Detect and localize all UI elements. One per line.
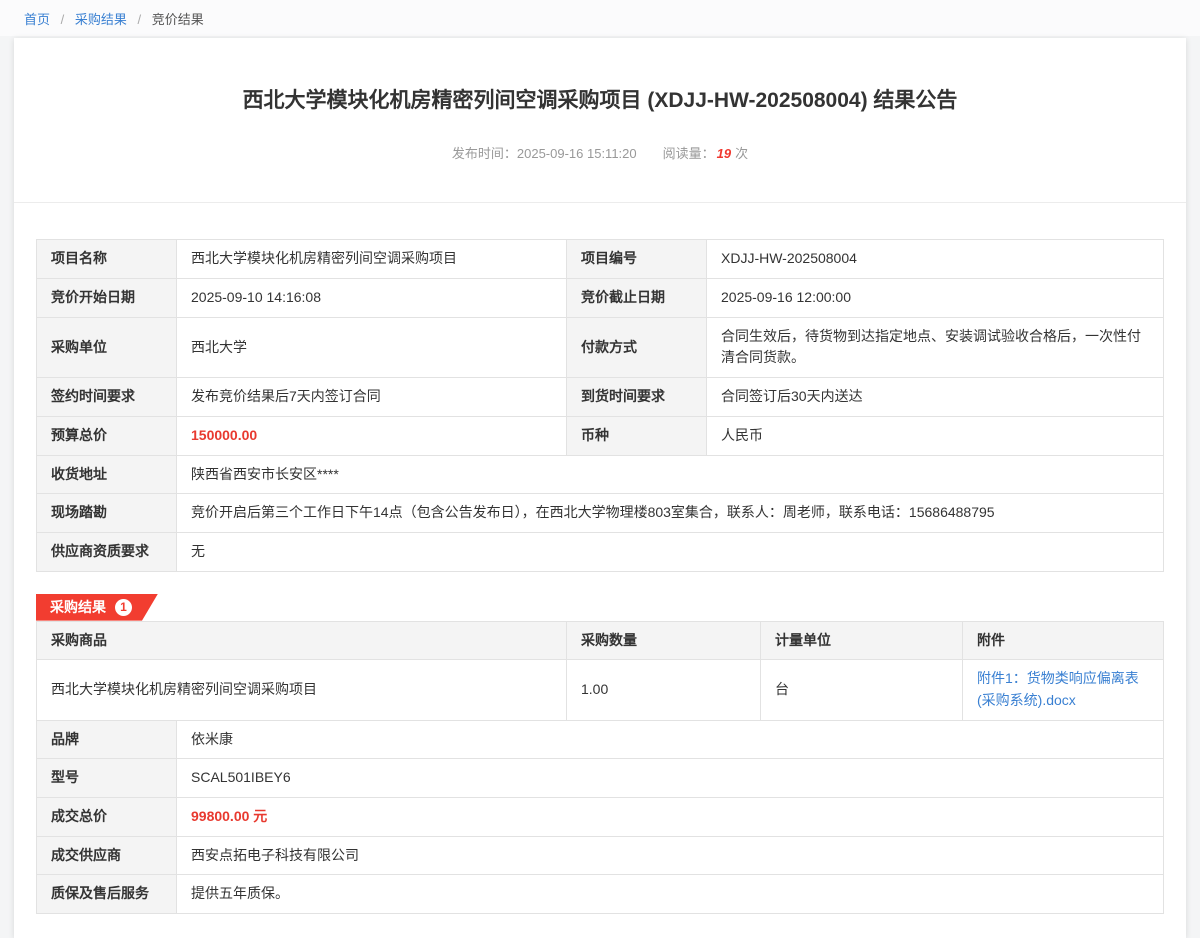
- detail-value-cell: 依米康: [177, 720, 1164, 759]
- table-row: 西北大学模块化机房精密列间空调采购项目 1.00 台 附件1：货物类响应偏离表(…: [37, 660, 1164, 720]
- column-header-product: 采购商品: [37, 621, 567, 660]
- detail-value: SCAL501IBEY6: [191, 769, 291, 785]
- deal-total-price: 99800.00: [191, 808, 249, 824]
- deal-total-price-cell: 99800.00 元: [177, 798, 1164, 837]
- detail-label-cell: 质保及售后服务: [37, 875, 177, 914]
- table-row: 质保及售后服务 提供五年质保。: [37, 875, 1164, 914]
- views-count: 19: [717, 146, 731, 161]
- table-row: 签约时间要求 发布竞价结果后7天内签订合同 到货时间要求 合同签订后30天内送达: [37, 378, 1164, 417]
- detail-value: 西安点拓电子科技有限公司: [191, 847, 359, 863]
- breadcrumb-separator: /: [61, 12, 65, 27]
- publish-meta: 发布时间：2025-09-16 15:11:20 阅读量：19 次: [14, 143, 1186, 162]
- info-label-cell: 付款方式: [567, 317, 707, 377]
- breadcrumb-procurement-results-link[interactable]: 采购结果: [75, 12, 127, 27]
- info-label-cell: 项目名称: [37, 240, 177, 279]
- info-label-cell: 签约时间要求: [37, 378, 177, 417]
- detail-value: 提供五年质保。: [191, 885, 289, 901]
- info-label-cell: 采购单位: [37, 317, 177, 377]
- announcement-card: 西北大学模块化机房精密列间空调采购项目 (XDJJ-HW-202508004) …: [14, 38, 1186, 938]
- column-header-quantity: 采购数量: [567, 621, 761, 660]
- project-info-table: 项目名称 西北大学模块化机房精密列间空调采购项目 项目编号 XDJJ-HW-20…: [36, 239, 1164, 571]
- info-value-cell: 陕西省西安市长安区****: [177, 455, 1164, 494]
- badge-label: 采购结果: [50, 597, 106, 617]
- info-value-cell: 人民币: [707, 416, 1164, 455]
- product-quantity-cell: 1.00: [567, 660, 761, 720]
- attachment-link[interactable]: 附件1：货物类响应偏离表(采购系统).docx: [977, 670, 1139, 708]
- budget-total-value: 150000.00: [177, 416, 567, 455]
- product-unit-cell: 台: [761, 660, 963, 720]
- table-row: 采购单位 西北大学 付款方式 合同生效后，待货物到达指定地点、安装调试验收合格后…: [37, 317, 1164, 377]
- table-row: 品牌 依米康: [37, 720, 1164, 759]
- table-row: 收货地址 陕西省西安市长安区****: [37, 455, 1164, 494]
- table-row: 现场踏勘 竞价开启后第三个工作日下午14点（包含公告发布日），在西北大学物理楼8…: [37, 494, 1164, 533]
- breadcrumb-home-link[interactable]: 首页: [24, 12, 50, 27]
- detail-value-cell: SCAL501IBEY6: [177, 759, 1164, 798]
- info-value-cell: 西北大学模块化机房精密列间空调采购项目: [177, 240, 567, 279]
- detail-value-cell: 西安点拓电子科技有限公司: [177, 836, 1164, 875]
- info-label-cell: 到货时间要求: [567, 378, 707, 417]
- info-label-cell: 竞价截止日期: [567, 279, 707, 318]
- table-row: 预算总价 150000.00 币种 人民币: [37, 416, 1164, 455]
- info-label-cell: 预算总价: [37, 416, 177, 455]
- table-row: 竞价开始日期 2025-09-10 14:16:08 竞价截止日期 2025-0…: [37, 279, 1164, 318]
- detail-label-cell: 成交供应商: [37, 836, 177, 875]
- detail-label-cell: 品牌: [37, 720, 177, 759]
- views-label: 阅读量：: [663, 146, 715, 161]
- result-detail-table: 品牌 依米康 型号 SCAL501IBEY6 成交总价 99800.00 元 成…: [36, 720, 1164, 914]
- table-row: 成交总价 99800.00 元: [37, 798, 1164, 837]
- publish-time-label: 发布时间：: [452, 146, 517, 161]
- result-section-header: 采购结果 1: [36, 594, 1164, 621]
- info-label-cell: 币种: [567, 416, 707, 455]
- table-row: 型号 SCAL501IBEY6: [37, 759, 1164, 798]
- page-title: 西北大学模块化机房精密列间空调采购项目 (XDJJ-HW-202508004) …: [14, 38, 1186, 115]
- info-value-cell: 发布竞价结果后7天内签订合同: [177, 378, 567, 417]
- table-header-row: 采购商品 采购数量 计量单位 附件: [37, 621, 1164, 660]
- deal-price-unit: 元: [249, 808, 267, 824]
- column-header-attachment: 附件: [963, 621, 1164, 660]
- breadcrumb: 首页 / 采购结果 / 竞价结果: [0, 0, 1200, 36]
- info-label-cell: 现场踏勘: [37, 494, 177, 533]
- product-name-cell: 西北大学模块化机房精密列间空调采购项目: [37, 660, 567, 720]
- info-value-cell: 西北大学: [177, 317, 567, 377]
- breadcrumb-separator: /: [138, 12, 142, 27]
- breadcrumb-current: 竞价结果: [152, 12, 204, 27]
- info-value-cell: 竞价开启后第三个工作日下午14点（包含公告发布日），在西北大学物理楼803室集合…: [177, 494, 1164, 533]
- content-area: 项目名称 西北大学模块化机房精密列间空调采购项目 项目编号 XDJJ-HW-20…: [14, 203, 1186, 914]
- table-row: 成交供应商 西安点拓电子科技有限公司: [37, 836, 1164, 875]
- info-value-cell: 2025-09-10 14:16:08: [177, 279, 567, 318]
- info-value-cell: 无: [177, 532, 1164, 571]
- detail-label-cell: 成交总价: [37, 798, 177, 837]
- detail-value: 依米康: [191, 731, 233, 747]
- publish-time-value: 2025-09-16 15:11:20: [517, 146, 637, 161]
- procurement-result-badge: 采购结果 1: [36, 594, 158, 621]
- product-attachment-cell: 附件1：货物类响应偏离表(采购系统).docx: [963, 660, 1164, 720]
- result-table: 采购商品 采购数量 计量单位 附件 西北大学模块化机房精密列间空调采购项目 1.…: [36, 621, 1164, 721]
- info-label-cell: 项目编号: [567, 240, 707, 279]
- table-row: 项目名称 西北大学模块化机房精密列间空调采购项目 项目编号 XDJJ-HW-20…: [37, 240, 1164, 279]
- info-value-cell: 2025-09-16 12:00:00: [707, 279, 1164, 318]
- badge-count: 1: [115, 599, 132, 616]
- views-unit: 次: [735, 146, 748, 161]
- info-label-cell: 供应商资质要求: [37, 532, 177, 571]
- table-row: 供应商资质要求 无: [37, 532, 1164, 571]
- info-value-cell: XDJJ-HW-202508004: [707, 240, 1164, 279]
- info-value-cell: 合同生效后，待货物到达指定地点、安装调试验收合格后，一次性付清合同货款。: [707, 317, 1164, 377]
- info-value-cell: 合同签订后30天内送达: [707, 378, 1164, 417]
- detail-label-cell: 型号: [37, 759, 177, 798]
- info-label-cell: 收货地址: [37, 455, 177, 494]
- column-header-unit: 计量单位: [761, 621, 963, 660]
- info-label-cell: 竞价开始日期: [37, 279, 177, 318]
- detail-value-cell: 提供五年质保。: [177, 875, 1164, 914]
